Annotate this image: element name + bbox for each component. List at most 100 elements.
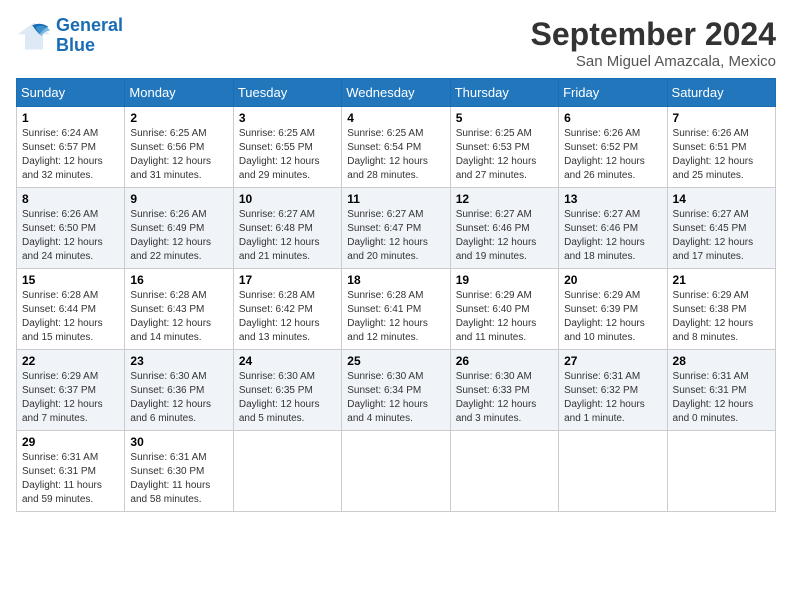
calendar-cell bbox=[450, 431, 558, 512]
header-day-saturday: Saturday bbox=[667, 79, 775, 107]
calendar-cell bbox=[342, 431, 450, 512]
week-row-2: 8 Sunrise: 6:26 AM Sunset: 6:50 PM Daylig… bbox=[17, 188, 776, 269]
day-info: Sunrise: 6:27 AM Sunset: 6:47 PM Dayligh… bbox=[347, 208, 444, 264]
calendar-cell: 2 Sunrise: 6:25 AM Sunset: 6:56 PM Daylig… bbox=[125, 107, 233, 188]
day-info: Sunrise: 6:29 AM Sunset: 6:40 PM Dayligh… bbox=[456, 289, 553, 345]
calendar-cell: 8 Sunrise: 6:26 AM Sunset: 6:50 PM Daylig… bbox=[17, 188, 125, 269]
calendar-cell: 20Sunrise: 6:29 AM Sunset: 6:39 PM Dayli… bbox=[559, 269, 667, 350]
calendar-cell: 26 Sunrise: 6:30 AM Sunset: 6:33 PM Dayli… bbox=[450, 350, 558, 431]
calendar-cell: 5 Sunrise: 6:25 AM Sunset: 6:53 PM Daylig… bbox=[450, 107, 558, 188]
calendar-cell: 17 Sunrise: 6:28 AM Sunset: 6:42 PM Dayli… bbox=[233, 269, 341, 350]
calendar-cell: 23 Sunrise: 6:30 AM Sunset: 6:36 PM Dayli… bbox=[125, 350, 233, 431]
calendar-cell: 19 Sunrise: 6:29 AM Sunset: 6:40 PM Dayli… bbox=[450, 269, 558, 350]
day-info: Sunrise: 6:31 AM Sunset: 6:30 PM Dayligh… bbox=[130, 451, 227, 507]
day-number: 11 bbox=[347, 192, 444, 206]
day-info: Sunrise: 6:28 AM Sunset: 6:41 PM Dayligh… bbox=[347, 289, 444, 345]
day-info: Sunrise: 6:31 AM Sunset: 6:32 PM Dayligh… bbox=[564, 370, 661, 426]
title-area: September 2024 San Miguel Amazcala, Mexi… bbox=[531, 16, 776, 70]
day-number: 6 bbox=[564, 111, 661, 125]
calendar-cell: 14 Sunrise: 6:27 AM Sunset: 6:45 PM Dayli… bbox=[667, 188, 775, 269]
day-info: Sunrise: 6:30 AM Sunset: 6:33 PM Dayligh… bbox=[456, 370, 553, 426]
day-number: 18 bbox=[347, 273, 444, 287]
calendar-cell: 15Sunrise: 6:28 AM Sunset: 6:44 PM Dayli… bbox=[17, 269, 125, 350]
day-number: 19 bbox=[456, 273, 553, 287]
day-number: 14 bbox=[673, 192, 770, 206]
day-info: Sunrise: 6:25 AM Sunset: 6:56 PM Dayligh… bbox=[130, 127, 227, 183]
day-number: 24 bbox=[239, 354, 336, 368]
day-number: 17 bbox=[239, 273, 336, 287]
day-info: Sunrise: 6:26 AM Sunset: 6:49 PM Dayligh… bbox=[130, 208, 227, 264]
calendar-cell: 11 Sunrise: 6:27 AM Sunset: 6:47 PM Dayli… bbox=[342, 188, 450, 269]
header-day-monday: Monday bbox=[125, 79, 233, 107]
calendar-cell: 16 Sunrise: 6:28 AM Sunset: 6:43 PM Dayli… bbox=[125, 269, 233, 350]
week-row-3: 15Sunrise: 6:28 AM Sunset: 6:44 PM Dayli… bbox=[17, 269, 776, 350]
day-number: 28 bbox=[673, 354, 770, 368]
day-number: 16 bbox=[130, 273, 227, 287]
day-number: 30 bbox=[130, 435, 227, 449]
day-info: Sunrise: 6:27 AM Sunset: 6:48 PM Dayligh… bbox=[239, 208, 336, 264]
logo: General Blue bbox=[16, 16, 123, 56]
calendar-subtitle: San Miguel Amazcala, Mexico bbox=[531, 53, 776, 70]
day-info: Sunrise: 6:25 AM Sunset: 6:54 PM Dayligh… bbox=[347, 127, 444, 183]
week-row-1: 1 Sunrise: 6:24 AM Sunset: 6:57 PM Daylig… bbox=[17, 107, 776, 188]
calendar-title: September 2024 bbox=[531, 16, 776, 53]
day-number: 5 bbox=[456, 111, 553, 125]
header-day-tuesday: Tuesday bbox=[233, 79, 341, 107]
day-number: 2 bbox=[130, 111, 227, 125]
day-info: Sunrise: 6:24 AM Sunset: 6:57 PM Dayligh… bbox=[22, 127, 119, 183]
day-info: Sunrise: 6:27 AM Sunset: 6:46 PM Dayligh… bbox=[456, 208, 553, 264]
week-row-4: 22Sunrise: 6:29 AM Sunset: 6:37 PM Dayli… bbox=[17, 350, 776, 431]
day-number: 23 bbox=[130, 354, 227, 368]
calendar-cell bbox=[559, 431, 667, 512]
day-number: 25 bbox=[347, 354, 444, 368]
day-number: 9 bbox=[130, 192, 227, 206]
day-number: 13 bbox=[564, 192, 661, 206]
header-day-wednesday: Wednesday bbox=[342, 79, 450, 107]
calendar-cell: 12 Sunrise: 6:27 AM Sunset: 6:46 PM Dayli… bbox=[450, 188, 558, 269]
logo-text: General Blue bbox=[56, 16, 123, 56]
calendar-cell: 22Sunrise: 6:29 AM Sunset: 6:37 PM Dayli… bbox=[17, 350, 125, 431]
day-info: Sunrise: 6:29 AM Sunset: 6:38 PM Dayligh… bbox=[673, 289, 770, 345]
day-number: 27 bbox=[564, 354, 661, 368]
day-info: Sunrise: 6:30 AM Sunset: 6:35 PM Dayligh… bbox=[239, 370, 336, 426]
day-info: Sunrise: 6:26 AM Sunset: 6:50 PM Dayligh… bbox=[22, 208, 119, 264]
day-info: Sunrise: 6:31 AM Sunset: 6:31 PM Dayligh… bbox=[673, 370, 770, 426]
day-info: Sunrise: 6:28 AM Sunset: 6:43 PM Dayligh… bbox=[130, 289, 227, 345]
calendar-cell: 9 Sunrise: 6:26 AM Sunset: 6:49 PM Daylig… bbox=[125, 188, 233, 269]
day-number: 1 bbox=[22, 111, 119, 125]
header: General Blue September 2024 San Miguel A… bbox=[16, 16, 776, 70]
calendar-cell: 21 Sunrise: 6:29 AM Sunset: 6:38 PM Dayli… bbox=[667, 269, 775, 350]
calendar-cell: 7Sunrise: 6:26 AM Sunset: 6:51 PM Daylig… bbox=[667, 107, 775, 188]
day-number: 22 bbox=[22, 354, 119, 368]
calendar-cell: 28 Sunrise: 6:31 AM Sunset: 6:31 PM Dayli… bbox=[667, 350, 775, 431]
day-number: 21 bbox=[673, 273, 770, 287]
day-info: Sunrise: 6:27 AM Sunset: 6:46 PM Dayligh… bbox=[564, 208, 661, 264]
day-info: Sunrise: 6:25 AM Sunset: 6:53 PM Dayligh… bbox=[456, 127, 553, 183]
day-info: Sunrise: 6:27 AM Sunset: 6:45 PM Dayligh… bbox=[673, 208, 770, 264]
calendar-cell: 4 Sunrise: 6:25 AM Sunset: 6:54 PM Daylig… bbox=[342, 107, 450, 188]
day-info: Sunrise: 6:28 AM Sunset: 6:42 PM Dayligh… bbox=[239, 289, 336, 345]
day-number: 8 bbox=[22, 192, 119, 206]
day-number: 29 bbox=[22, 435, 119, 449]
day-number: 12 bbox=[456, 192, 553, 206]
calendar-cell: 6 Sunrise: 6:26 AM Sunset: 6:52 PM Daylig… bbox=[559, 107, 667, 188]
day-info: Sunrise: 6:26 AM Sunset: 6:52 PM Dayligh… bbox=[564, 127, 661, 183]
calendar-cell: 25 Sunrise: 6:30 AM Sunset: 6:34 PM Dayli… bbox=[342, 350, 450, 431]
calendar-cell: 29Sunrise: 6:31 AM Sunset: 6:31 PM Dayli… bbox=[17, 431, 125, 512]
calendar-cell: 10 Sunrise: 6:27 AM Sunset: 6:48 PM Dayli… bbox=[233, 188, 341, 269]
day-info: Sunrise: 6:30 AM Sunset: 6:34 PM Dayligh… bbox=[347, 370, 444, 426]
calendar-cell: 30 Sunrise: 6:31 AM Sunset: 6:30 PM Dayli… bbox=[125, 431, 233, 512]
week-row-5: 29Sunrise: 6:31 AM Sunset: 6:31 PM Dayli… bbox=[17, 431, 776, 512]
day-number: 10 bbox=[239, 192, 336, 206]
day-number: 4 bbox=[347, 111, 444, 125]
day-number: 26 bbox=[456, 354, 553, 368]
day-number: 7 bbox=[673, 111, 770, 125]
calendar-cell: 13 Sunrise: 6:27 AM Sunset: 6:46 PM Dayli… bbox=[559, 188, 667, 269]
day-info: Sunrise: 6:28 AM Sunset: 6:44 PM Dayligh… bbox=[22, 289, 119, 345]
header-day-thursday: Thursday bbox=[450, 79, 558, 107]
calendar-cell: 24 Sunrise: 6:30 AM Sunset: 6:35 PM Dayli… bbox=[233, 350, 341, 431]
calendar-cell bbox=[667, 431, 775, 512]
day-number: 20 bbox=[564, 273, 661, 287]
calendar-cell bbox=[233, 431, 341, 512]
day-info: Sunrise: 6:30 AM Sunset: 6:36 PM Dayligh… bbox=[130, 370, 227, 426]
